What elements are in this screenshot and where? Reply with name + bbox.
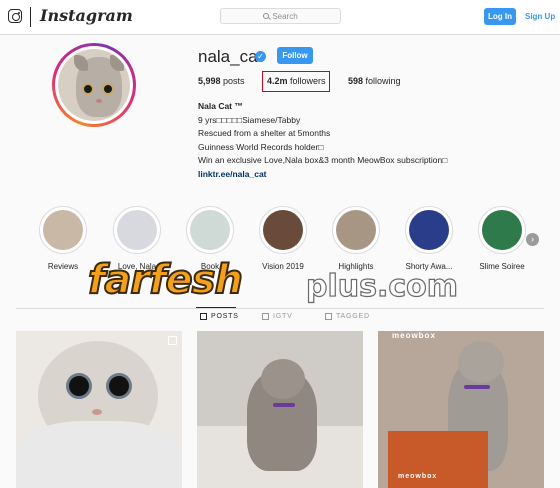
highlight-vision-2019[interactable]: Vision 2019 xyxy=(259,206,307,271)
bio-line: Win an exclusive Love,Nala box&3 month M… xyxy=(198,155,448,165)
post-thumbnail[interactable]: meowbox meowbox xyxy=(378,331,544,488)
highlight-book[interactable]: Book xyxy=(186,206,234,271)
highlight-highlights[interactable]: Highlights xyxy=(332,206,380,271)
highlight-thumbnail xyxy=(117,210,157,250)
highlight-shorty-awards[interactable]: Shorty Awa... xyxy=(405,206,453,271)
highlight-thumbnail xyxy=(190,210,230,250)
verified-badge-icon: ✓ xyxy=(255,51,266,62)
chevron-right-icon[interactable]: › xyxy=(526,233,539,246)
bio-line: Guinness World Records holder□ xyxy=(198,141,324,152)
login-button[interactable]: Log In xyxy=(484,8,516,25)
followers-highlight-box xyxy=(262,71,330,92)
post-box-label: meowbox xyxy=(398,473,438,480)
bio-line: 9 yrs□□□□□Siamese/Tabby xyxy=(198,114,301,125)
signup-link[interactable]: Sign Up xyxy=(525,12,555,21)
following-stat[interactable]: 598 following xyxy=(348,76,401,86)
instagram-wordmark[interactable]: Instagram xyxy=(40,6,133,25)
profile-avatar[interactable] xyxy=(52,43,136,127)
highlight-thumbnail xyxy=(482,210,522,250)
highlight-thumbnail xyxy=(43,210,83,250)
highlight-thumbnail xyxy=(263,210,303,250)
tab-tagged[interactable]: TAGGED xyxy=(325,313,370,320)
carousel-icon xyxy=(168,336,177,345)
highlight-love-nala[interactable]: Love, Nala xyxy=(113,206,161,271)
tag-icon xyxy=(325,313,332,320)
posts-stat: 5,998 posts xyxy=(198,76,245,86)
highlight-slime-soiree[interactable]: Slime Soiree xyxy=(478,206,526,271)
instagram-camera-icon[interactable] xyxy=(8,9,22,23)
follow-button[interactable]: Follow xyxy=(277,47,313,64)
tab-posts[interactable]: POSTS xyxy=(200,313,239,320)
post-box-label: meowbox xyxy=(392,331,436,340)
active-tab-indicator xyxy=(196,307,236,308)
avatar-image xyxy=(58,49,130,121)
site-watermark: farfesh plus.com xyxy=(87,255,508,307)
grid-icon xyxy=(200,313,207,320)
bio-name: Nala Cat ™ xyxy=(198,101,243,111)
search-input[interactable]: Search xyxy=(220,8,341,24)
watermark-main: farfesh xyxy=(87,256,244,304)
highlight-thumbnail xyxy=(409,210,449,250)
tab-igtv[interactable]: IGTV xyxy=(262,313,293,320)
post-thumbnail[interactable] xyxy=(197,331,363,488)
highlight-reviews[interactable]: Reviews xyxy=(39,206,87,271)
post-thumbnail[interactable] xyxy=(16,331,182,488)
search-placeholder: Search xyxy=(272,11,298,21)
nav-divider xyxy=(30,7,31,27)
search-icon xyxy=(263,13,270,19)
bio-link[interactable]: linktr.ee/nala_cat xyxy=(198,168,447,182)
top-nav: Instagram Search Log In Sign Up xyxy=(0,0,560,35)
profile-username: nala_cat xyxy=(198,47,263,66)
highlight-thumbnail xyxy=(336,210,376,250)
tabs-divider xyxy=(16,308,544,309)
profile-bio: Nala Cat ™ 9 yrs□□□□□Siamese/Tabby Rescu… xyxy=(198,100,447,181)
bio-line: Rescued from a shelter at 5months xyxy=(198,128,331,138)
tv-icon xyxy=(262,313,269,320)
watermark-sub: plus.com xyxy=(305,268,459,304)
